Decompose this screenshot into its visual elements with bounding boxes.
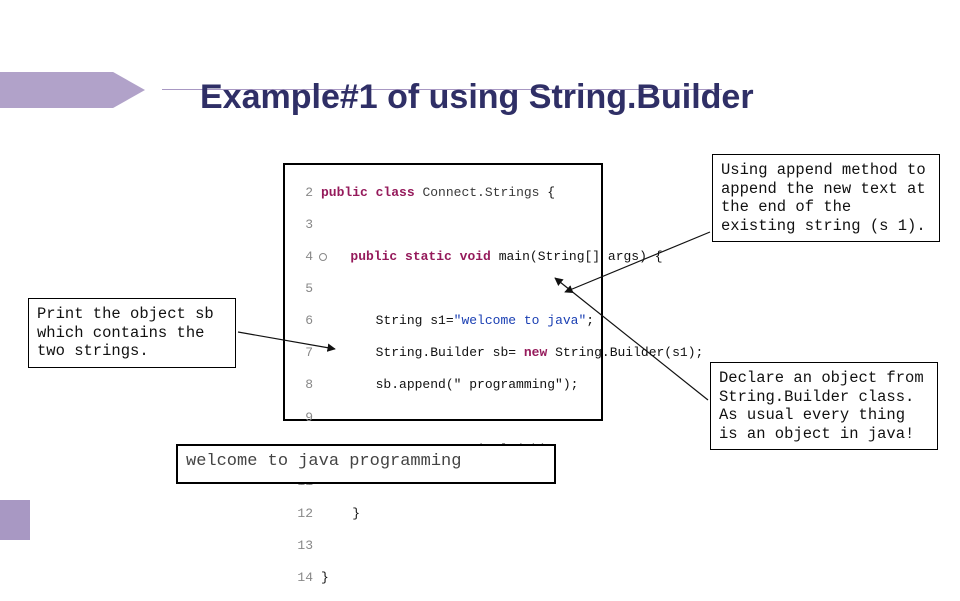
line-number: 2: [291, 184, 313, 201]
slide-accent-shape: [0, 72, 145, 108]
fold-icon: [319, 253, 327, 261]
slide-footer-accent: [0, 500, 30, 540]
line-number: 14: [291, 569, 313, 586]
line-number: 9: [291, 409, 313, 426]
line-number: 8: [291, 376, 313, 393]
page-title: Example#1 of using String.Builder: [200, 78, 754, 117]
line-number: 3: [291, 216, 313, 233]
annotation-append: Using append method to append the new te…: [712, 154, 940, 242]
annotation-print: Print the object sb which contains the t…: [28, 298, 236, 368]
line-number: 7: [291, 344, 313, 361]
line-number: 4: [291, 248, 313, 265]
output-box: welcome to java programming: [176, 444, 556, 484]
line-number: 5: [291, 280, 313, 297]
annotation-declare: Declare an object from String.Builder cl…: [710, 362, 938, 450]
line-number: 6: [291, 312, 313, 329]
code-snippet-box: 2public class Connect.Strings { 3 4 publ…: [283, 163, 603, 421]
line-number: 13: [291, 537, 313, 554]
line-number: 12: [291, 505, 313, 522]
